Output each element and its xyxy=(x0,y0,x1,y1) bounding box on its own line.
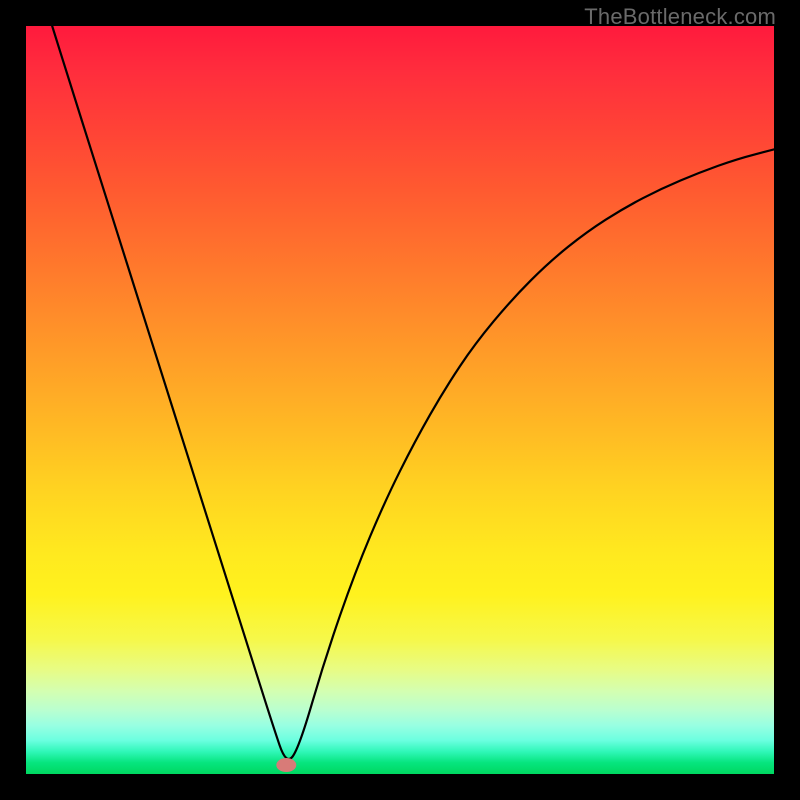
chart-svg xyxy=(26,26,774,774)
chart-plot-area xyxy=(26,26,774,774)
watermark-text: TheBottleneck.com xyxy=(584,4,776,30)
optimal-point-marker xyxy=(276,758,296,772)
bottleneck-curve-line xyxy=(52,26,774,759)
